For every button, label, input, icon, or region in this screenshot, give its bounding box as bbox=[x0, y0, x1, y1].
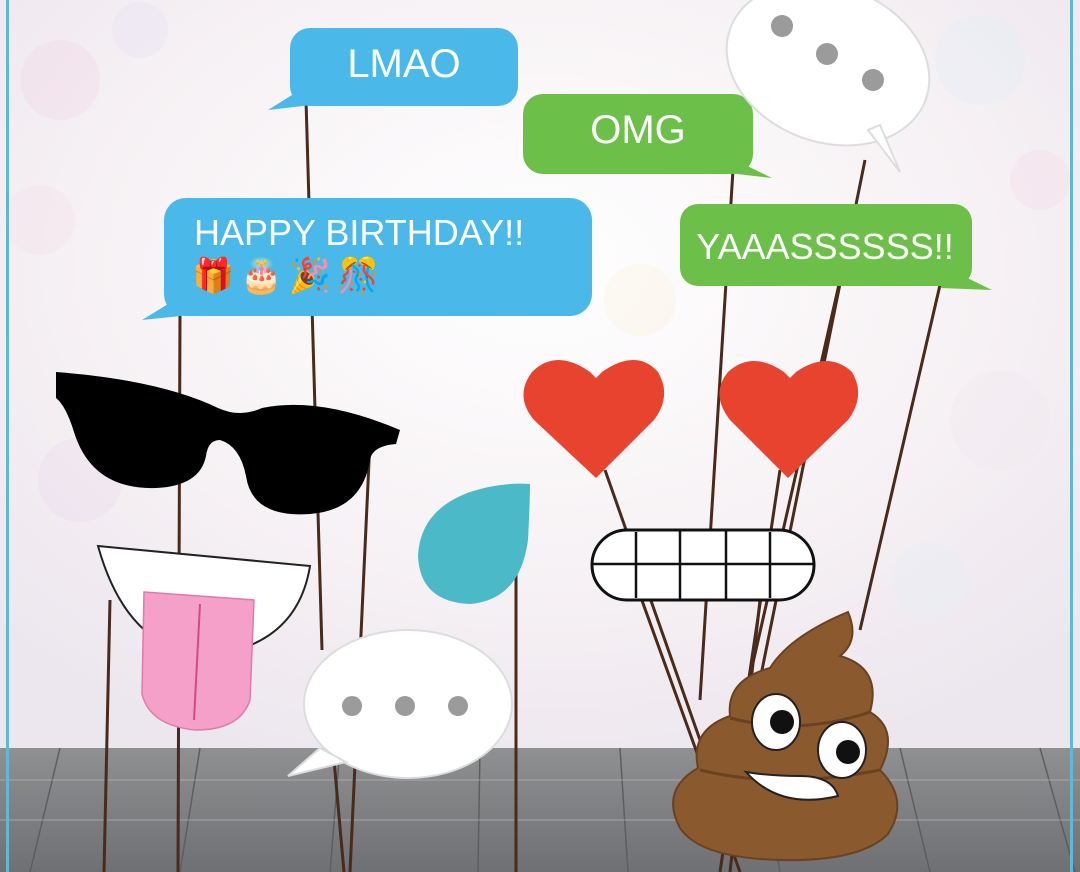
happy-birthday-text: HAPPY BIRTHDAY!! bbox=[194, 212, 525, 253]
birthday-emoji-row: 🎁🎂🎉🎊 bbox=[192, 257, 386, 295]
photo-booth-props-scene: LMAO OMG HAPPY BIRTHDAY!! 🎁🎂🎉🎊 YAAASSSSS… bbox=[0, 0, 1080, 872]
omg-text: OMG bbox=[590, 108, 686, 152]
lmao-text: LMAO bbox=[347, 42, 461, 86]
yaas-text: YAAASSSSSS!! bbox=[696, 226, 954, 267]
grin-teeth bbox=[590, 528, 816, 602]
wood-floor bbox=[0, 748, 1080, 872]
